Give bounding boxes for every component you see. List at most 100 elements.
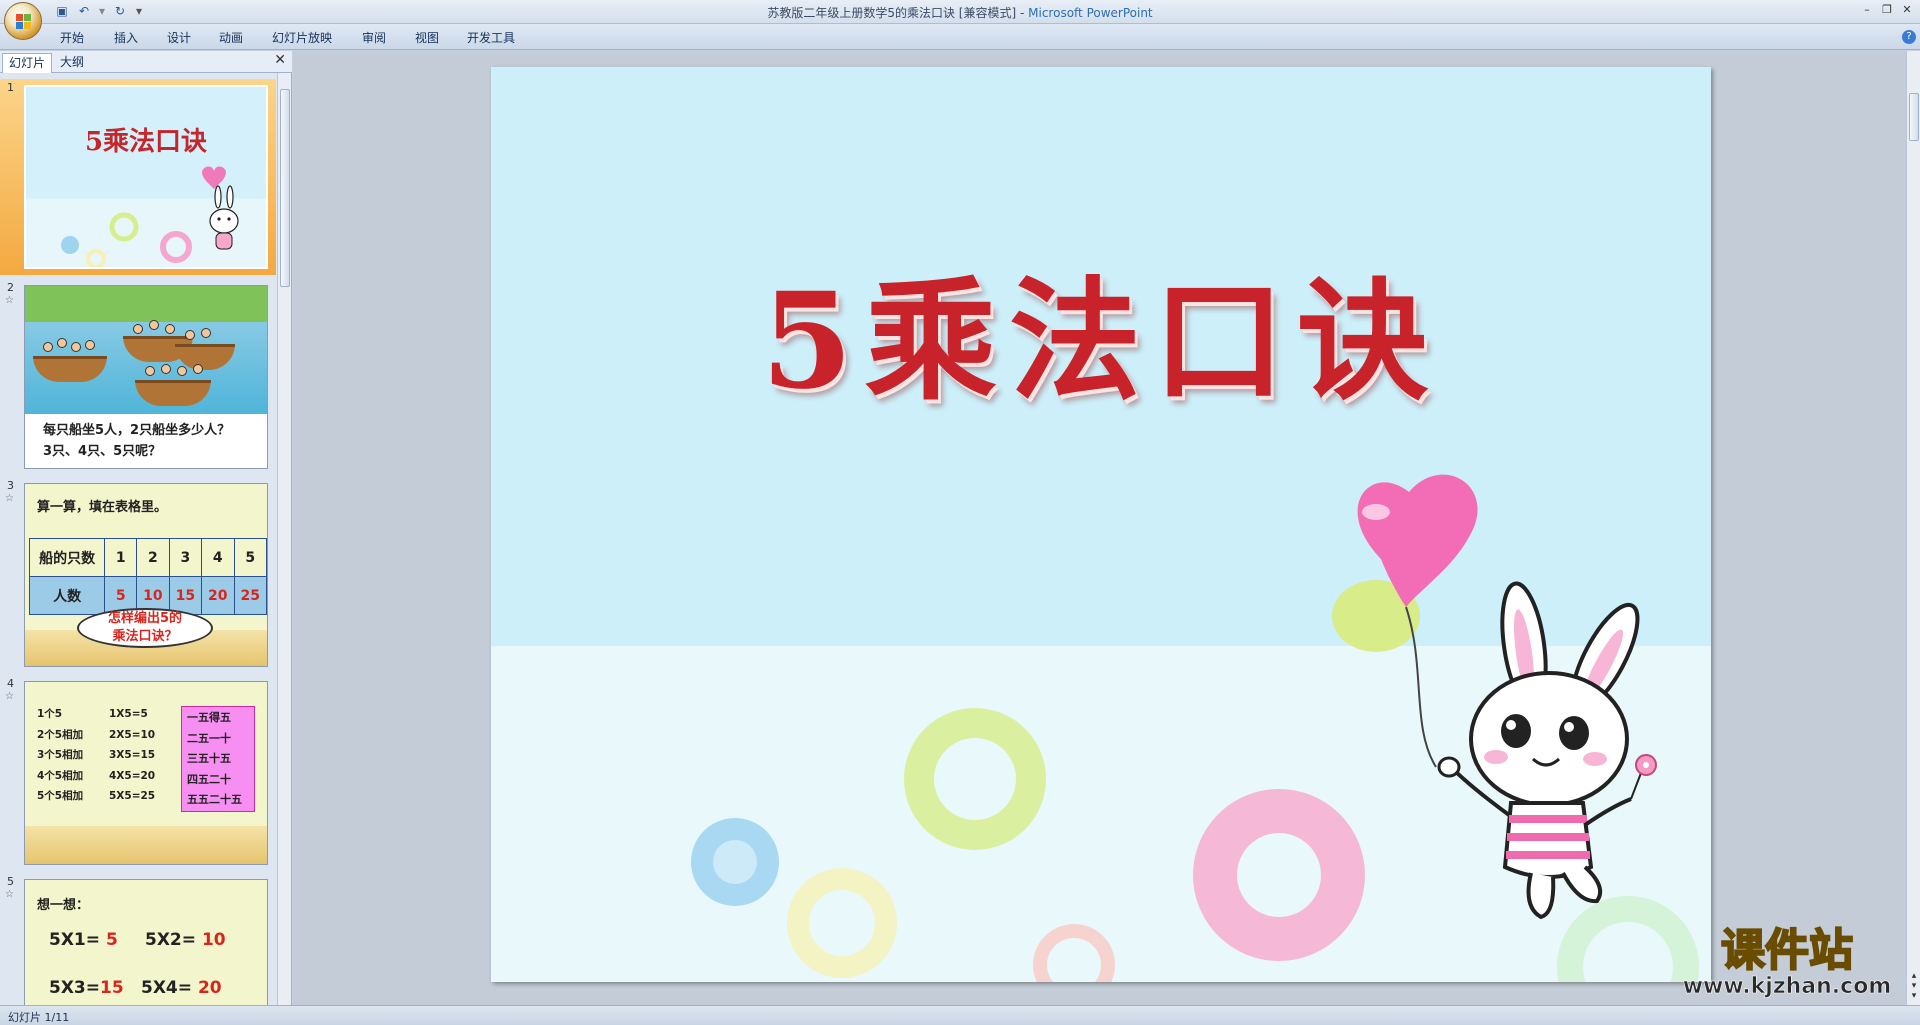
- list-item: 1X5=5: [109, 708, 148, 720]
- thumbnail-canvas: 5乘法口诀: [24, 85, 268, 269]
- thumbnail-question: 每只船坐5人，2只船坐多少人？ 3只、4只、5只呢？: [43, 420, 230, 462]
- list-item: 4个5相加: [37, 769, 84, 782]
- list-item: 四五二十: [187, 772, 231, 786]
- help-icon[interactable]: ?: [1902, 30, 1916, 44]
- tab-insert[interactable]: 插入: [114, 29, 138, 46]
- tab-design[interactable]: 设计: [167, 29, 191, 46]
- slide-thumbnail-2[interactable]: 2 ☆ 每只船坐5人，2只船坐多少人？ 3只、4只、5只呢？: [0, 279, 276, 475]
- thumbnail-decoration: [61, 166, 239, 267]
- table-header: 人数: [28, 576, 106, 615]
- list-item: 一五得五: [187, 711, 231, 724]
- slide-number: 2: [7, 281, 14, 294]
- list-item: 1个5: [37, 708, 63, 720]
- rhyme-column: 一五得五 二五一十 三五十五 四五二十 五五二十五: [187, 708, 242, 811]
- table-cell: 25: [233, 576, 267, 615]
- cloud-text: 怎样编出5的 乘法口诀？: [77, 610, 213, 646]
- list-item: 3个5相加: [37, 749, 84, 761]
- ground-illustration: [25, 826, 267, 864]
- status-bar: 幻灯片 1/11: [0, 1005, 1920, 1025]
- slide-scrollbar[interactable]: ▴ ▾ ▾: [1906, 51, 1920, 1005]
- thumbnail-canvas: 算一算，填在表格里。 船的只数 1 2 3 4 5 人数 5 10 15 20 …: [24, 483, 268, 667]
- animation-star-icon: ☆: [5, 295, 14, 306]
- equation: 5X1= 5: [49, 930, 118, 950]
- table-cell: 1: [104, 538, 138, 577]
- slide-thumbnail-5[interactable]: 5 ☆ 想一想： 5X1= 5 5X2= 10 5X3=15 5X4= 20: [0, 873, 276, 1005]
- thumbnail-scrollbar[interactable]: [277, 73, 291, 1005]
- cloud-line: 怎样编出5的: [107, 611, 183, 626]
- minimize-icon[interactable]: –: [1858, 2, 1876, 18]
- river-illustration: [25, 286, 267, 414]
- slides-pane: 幻灯片 大纲 ✕ 1 5乘法口诀 2 ☆ 每只船坐5人，2只船坐多少人？ 3只、…: [0, 51, 292, 1005]
- equation-answer: 20: [197, 978, 222, 998]
- office-logo-icon: [16, 14, 32, 30]
- table-cell: 5: [233, 538, 267, 577]
- list-item: 五五二十五: [187, 793, 242, 806]
- current-slide[interactable]: 5乘法口诀: [491, 67, 1711, 982]
- list-item: 5X5=25: [109, 790, 156, 802]
- slide-thumbnail-1[interactable]: 1 5乘法口诀: [0, 79, 276, 275]
- window-controls: – ❐ ✕: [1858, 2, 1916, 18]
- animation-star-icon: ☆: [5, 691, 14, 702]
- window-title: 苏教版二年级上册数学5的乘法口诀 [兼容模式] - Microsoft Powe…: [0, 4, 1920, 21]
- tab-animations[interactable]: 动画: [219, 29, 243, 46]
- thumbnail-list: 1 5乘法口诀 2 ☆ 每只船坐5人，2只船坐多少人？ 3只、4只、5只呢？ 3…: [0, 73, 276, 1005]
- restore-icon[interactable]: ❐: [1878, 2, 1896, 18]
- equation-text: 5X4=: [141, 978, 193, 998]
- thumbnail-canvas: 想一想： 5X1= 5 5X2= 10 5X3=15 5X4= 20: [24, 879, 268, 1005]
- app-name: Microsoft PowerPoint: [1028, 6, 1153, 20]
- equation-text: 5X1=: [49, 930, 101, 950]
- watermark-brand: 课件站: [1721, 925, 1853, 976]
- table-header: 船的只数: [28, 538, 106, 577]
- watermark-url: www.kjzhan.com: [1683, 974, 1892, 999]
- scrollbar-thumb[interactable]: [280, 89, 290, 287]
- thumbnail-heading: 想一想：: [37, 898, 90, 913]
- tab-view[interactable]: 视图: [415, 29, 439, 46]
- question-line: 每只船坐5人，2只船坐多少人？: [43, 423, 231, 438]
- slide-background-art: [691, 474, 1699, 982]
- slide-number: 5: [7, 875, 14, 888]
- list-item: 三五十五: [187, 752, 231, 765]
- tab-slides[interactable]: 幻灯片: [2, 53, 53, 73]
- tab-outline[interactable]: 大纲: [54, 53, 90, 73]
- table-cell: 4: [201, 538, 235, 577]
- table-cell: 2: [136, 538, 170, 577]
- close-pane-icon[interactable]: ✕: [274, 52, 286, 68]
- document-title: 苏教版二年级上册数学5的乘法口诀 [兼容模式] -: [767, 6, 1029, 20]
- tab-home[interactable]: 开始: [60, 29, 84, 46]
- list-item: 5个5相加: [37, 790, 84, 802]
- scrollbar-thumb[interactable]: [1909, 93, 1919, 141]
- tab-developer[interactable]: 开发工具: [467, 29, 515, 46]
- table-cell: 20: [201, 576, 235, 615]
- title-bar: ▣ ↶ ▾ ↻ ▾ 苏教版二年级上册数学5的乘法口诀 [兼容模式] - Micr…: [0, 0, 1920, 24]
- equation: 5X2= 10: [145, 930, 226, 950]
- list-item: 二五一十: [187, 731, 231, 745]
- boat-people-table: 船的只数 1 2 3 4 5 人数 5 10 15 20 25: [28, 538, 267, 615]
- slide-number: 3: [7, 479, 14, 492]
- equation-text: 5X3=: [49, 978, 101, 998]
- tab-slideshow[interactable]: 幻灯片放映: [272, 29, 332, 46]
- slide-thumbnail-4[interactable]: 4 ☆ 1个5 2个5相加 3个5相加 4个5相加 5个5相加 1X5=5 2X…: [0, 675, 276, 871]
- table-cell: 3: [168, 538, 203, 577]
- slide-title[interactable]: 5乘法口诀: [491, 235, 1711, 426]
- thumbnail-canvas: 1个5 2个5相加 3个5相加 4个5相加 5个5相加 1X5=5 2X5=10…: [24, 681, 268, 865]
- thumbnail-canvas: 每只船坐5人，2只船坐多少人？ 3只、4只、5只呢？: [24, 285, 268, 469]
- equation-answer: 5: [105, 930, 118, 950]
- close-icon[interactable]: ✕: [1898, 2, 1916, 18]
- equation-text: 5X2=: [145, 930, 197, 950]
- equation-answer: 15: [100, 978, 124, 998]
- equation: 5X3=15: [49, 978, 124, 998]
- pane-tabs: 幻灯片 大纲 ✕: [0, 51, 292, 73]
- list-item: 4X5=20: [109, 769, 156, 782]
- watermark-logo: 课件站 www.kjzhan.com: [1682, 925, 1892, 999]
- list-item: 2X5=10: [109, 728, 156, 741]
- cloud-line: 乘法口诀？: [112, 629, 178, 644]
- office-button[interactable]: [4, 2, 42, 40]
- list-item: 3X5=15: [109, 749, 156, 761]
- addition-column: 1个5 2个5相加 3个5相加 4个5相加 5个5相加: [37, 704, 83, 807]
- slide-thumbnail-3[interactable]: 3 ☆ 算一算，填在表格里。 船的只数 1 2 3 4 5 人数 5 10 15…: [0, 477, 276, 673]
- tab-review[interactable]: 审阅: [362, 29, 386, 46]
- animation-star-icon: ☆: [5, 889, 14, 900]
- animation-star-icon: ☆: [5, 493, 14, 504]
- equation-answer: 10: [201, 930, 226, 950]
- table-cell: 15: [168, 576, 203, 615]
